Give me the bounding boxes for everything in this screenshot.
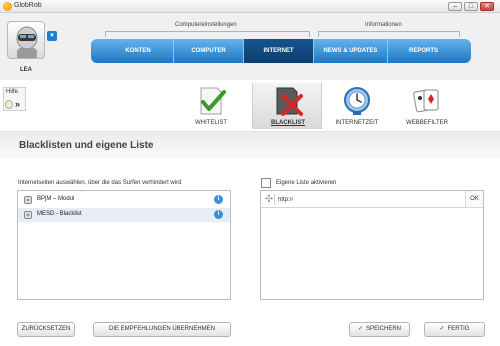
robot-avatar-icon[interactable] [7, 21, 45, 59]
tool-label: INTERNETZEIT [335, 120, 379, 126]
list-item-label: BPjM – Modul [37, 196, 75, 202]
move-handle-icon[interactable]: ✣ [264, 194, 275, 205]
double-chevron-icon: » [15, 99, 21, 109]
maximize-button[interactable]: □ [464, 2, 478, 11]
document-checkmark-icon [195, 85, 227, 117]
tab-news-updates[interactable]: NEWS & UPDATES [313, 39, 387, 63]
own-list-checkbox[interactable] [261, 178, 271, 188]
save-label: SPEICHERN [366, 326, 402, 332]
tool-label: WEBBEFILTER [406, 120, 448, 126]
info-icon[interactable]: i [214, 195, 223, 204]
blacklist-list: BPjM – Modul i MESD - Blacklist i [17, 190, 231, 300]
lightbulb-icon [5, 100, 13, 109]
tool-blacklist[interactable]: BLACKLIST [252, 83, 322, 129]
tool-internetzeit[interactable]: INTERNETZEIT [322, 83, 392, 129]
done-button[interactable]: ✓ FERTIG [424, 322, 485, 337]
app-logo-icon [3, 2, 12, 11]
left-hint-text: Internetseiten auswählen, über die das S… [18, 180, 182, 186]
user-dropdown-button[interactable]: ▼ [47, 31, 57, 41]
close-button[interactable]: ✕ [480, 2, 494, 11]
title-bar: GlobRob – □ ✕ [0, 0, 500, 13]
tool-whitelist[interactable]: WHITELIST [176, 83, 246, 129]
url-input[interactable] [278, 193, 460, 206]
done-label: FERTIG [447, 326, 470, 332]
url-entry-row: ✣ OK [261, 191, 483, 208]
tab-internet[interactable]: INTERNET [243, 39, 313, 63]
tab-computer[interactable]: COMPUTER [173, 39, 243, 63]
list-item-radio[interactable] [24, 211, 32, 219]
own-list-label: Eigene Liste aktivieren [276, 180, 337, 186]
globe-clock-icon [341, 85, 373, 117]
nav-group-label: Computereinstellungen [175, 22, 237, 28]
page-title: Blacklisten und eigene Liste [19, 140, 154, 151]
save-button[interactable]: ✓ SPEICHERN [349, 322, 410, 337]
list-item[interactable]: MESD - Blacklist i [18, 208, 230, 222]
list-item-label: MESD - Blacklist [37, 211, 82, 217]
list-item-radio[interactable] [24, 196, 32, 204]
nav-group-bracket [105, 31, 310, 37]
check-icon: ✓ [357, 326, 363, 332]
list-item[interactable]: BPjM – Modul i [18, 193, 230, 207]
page-heading: Blacklisten und eigene Liste [0, 132, 500, 158]
minimize-button[interactable]: – [448, 2, 462, 11]
window-title: GlobRob [14, 2, 42, 9]
tab-reports[interactable]: REPORTS [387, 39, 459, 63]
tool-webbefilter[interactable]: WEBBEFILTER [392, 83, 462, 129]
apply-recommendations-button[interactable]: DIE EMPFEHLUNGEN ÜBERNEHMEN [93, 322, 231, 337]
help-button[interactable]: Hilfe » [3, 87, 26, 111]
ok-button[interactable]: OK [465, 191, 483, 207]
reset-button[interactable]: ZURÜCKSETZEN [17, 322, 75, 337]
header: ▼ LEA Computereinstellungen Informatione… [0, 13, 500, 80]
tab-konten[interactable]: KONTEN [103, 39, 173, 63]
nav-group-bracket [318, 31, 460, 37]
nav-group-label: Informationen [365, 22, 402, 28]
check-icon: ✓ [439, 326, 445, 332]
cards-filter-icon [411, 85, 443, 117]
own-list-panel: ✣ OK [260, 190, 484, 300]
help-label: Hilfe [6, 89, 19, 95]
main-nav: KONTEN COMPUTER INTERNET NEWS & UPDATES … [91, 39, 471, 63]
document-cross-icon [272, 85, 304, 117]
tool-label: BLACKLIST [271, 120, 305, 126]
user-name: LEA [20, 67, 32, 73]
tool-label: WHITELIST [194, 120, 227, 126]
sub-toolbar: Hilfe » WHITELIST BLACKLIST INTERNETZEIT… [0, 80, 500, 132]
info-icon[interactable]: i [214, 210, 223, 219]
